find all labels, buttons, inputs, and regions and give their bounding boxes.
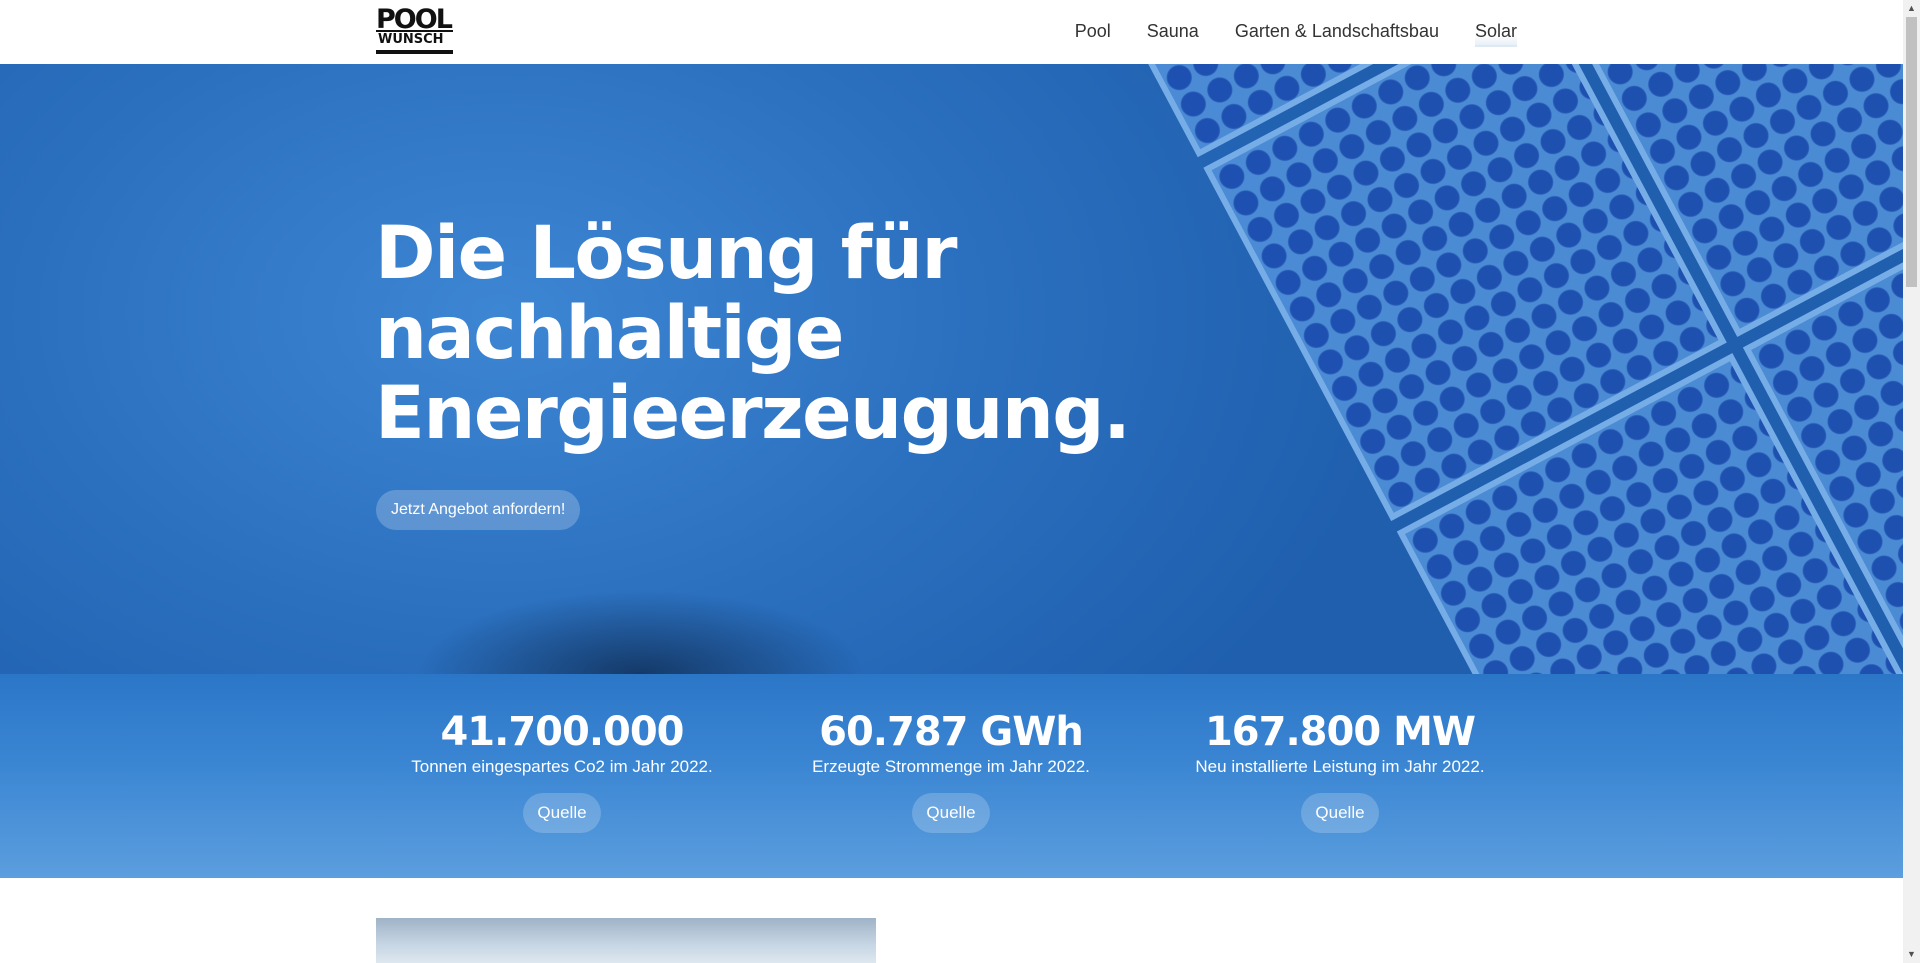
stats-section: 41.700.000 Tonnen eingespartes Co2 im Ja… [0, 674, 1903, 878]
nav-item-sauna[interactable]: Sauna [1147, 18, 1199, 47]
pool-wunsch-logo[interactable]: POOL WUNSCH [376, 6, 454, 55]
page: POOL WUNSCH Pool Sauna Garten & Landscha… [0, 0, 1903, 963]
stat-description: Erzeugte Strommenge im Jahr 2022. [812, 757, 1090, 776]
scrollbar-thumb[interactable] [1906, 17, 1917, 287]
source-button[interactable]: Quelle [912, 793, 990, 833]
stat-capacity: 167.800 MW Neu installierte Leistung im … [1140, 674, 1540, 833]
content-image [376, 918, 876, 963]
source-button[interactable]: Quelle [1301, 793, 1379, 833]
solar-panels-background [1010, 64, 1903, 674]
stat-co2: 41.700.000 Tonnen eingespartes Co2 im Ja… [362, 674, 762, 833]
stat-value: 60.787 GWh [819, 709, 1084, 755]
site-header: POOL WUNSCH Pool Sauna Garten & Landscha… [0, 0, 1903, 64]
stat-description: Tonnen eingespartes Co2 im Jahr 2022. [411, 757, 713, 776]
source-button[interactable]: Quelle [523, 793, 601, 833]
nav-item-solar[interactable]: Solar [1474, 18, 1517, 47]
request-offer-button[interactable]: Jetzt Angebot anfordern! [376, 490, 581, 530]
stat-description: Neu installierte Leistung im Jahr 2022. [1195, 757, 1485, 776]
main-nav: Pool Sauna Garten & Landschaftsbau Solar [1039, 18, 1517, 47]
scroll-down-icon[interactable]: ▼ [1903, 946, 1920, 963]
stat-value: 41.700.000 [440, 709, 684, 755]
stat-energy: 60.787 GWh Erzeugte Strommenge im Jahr 2… [751, 674, 1151, 833]
nav-item-pool[interactable]: Pool [1075, 18, 1111, 47]
vertical-scrollbar[interactable]: ▲ ▼ [1903, 0, 1920, 963]
nav-item-garten-landschaftsbau[interactable]: Garten & Landschaftsbau [1235, 18, 1439, 47]
hero-section: Die Lösung für nachhaltige Energieerzeug… [0, 64, 1903, 674]
hero-title: Die Lösung für nachhaltige Energieerzeug… [375, 211, 1131, 456]
scroll-up-icon[interactable]: ▲ [1903, 0, 1920, 17]
stat-value: 167.800 MW [1204, 709, 1476, 755]
logo-line2: WUNSCH [378, 32, 444, 47]
